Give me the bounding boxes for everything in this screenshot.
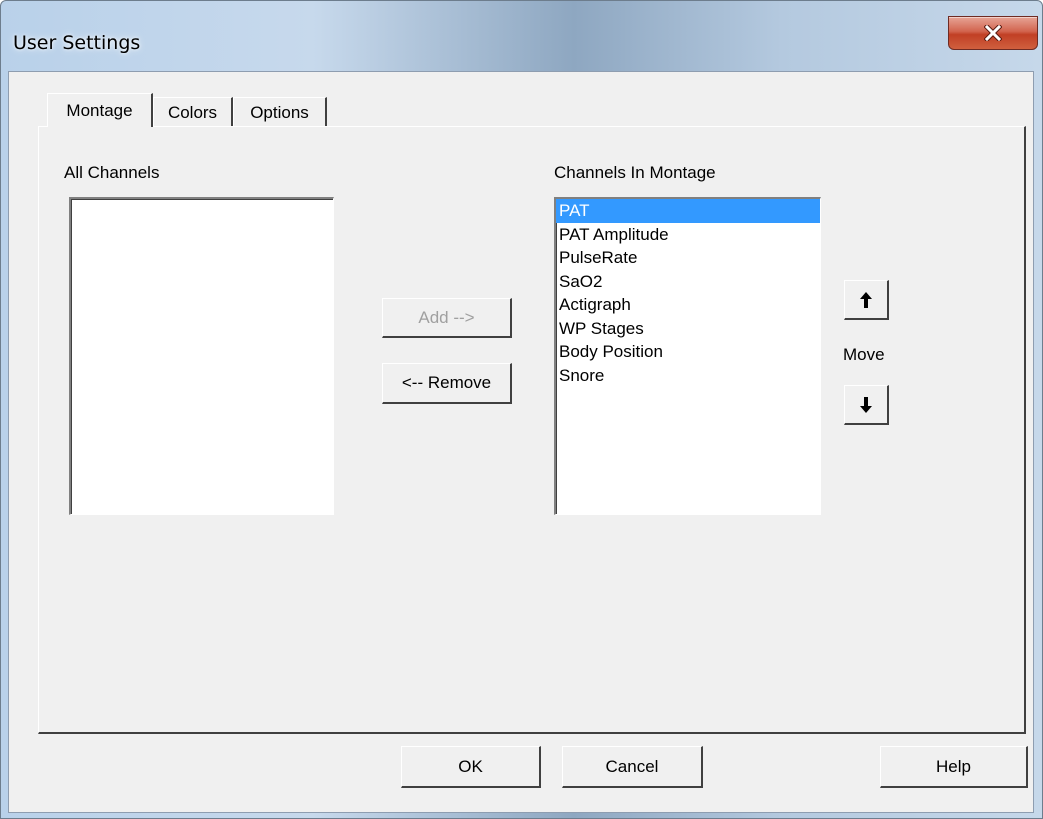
ok-button[interactable]: OK xyxy=(401,746,541,788)
move-label: Move xyxy=(843,345,885,364)
list-item[interactable]: PulseRate xyxy=(556,246,820,270)
channels-in-montage-list[interactable]: PAT PAT Amplitude PulseRate SaO2 Actigra… xyxy=(554,197,821,515)
arrow-down-icon xyxy=(860,396,872,413)
list-item[interactable]: PAT xyxy=(556,199,820,223)
list-item[interactable]: WP Stages xyxy=(556,317,820,341)
arrow-up-icon xyxy=(860,291,872,308)
move-up-button[interactable] xyxy=(844,280,889,320)
tab-options[interactable]: Options xyxy=(233,97,327,127)
dialog-client-area: Montage Colors Options All Channels Add … xyxy=(8,71,1034,813)
move-down-button[interactable] xyxy=(844,385,889,425)
montage-tab-panel: All Channels Add --> <-- Remove Channels… xyxy=(38,126,1026,734)
list-item[interactable]: Snore xyxy=(556,364,820,388)
tab-montage[interactable]: Montage xyxy=(47,93,153,127)
close-button[interactable] xyxy=(948,16,1038,50)
add-button[interactable]: Add --> xyxy=(382,298,512,338)
all-channels-list[interactable] xyxy=(69,197,334,515)
channels-in-montage-label: Channels In Montage xyxy=(554,163,716,182)
tab-colors[interactable]: Colors xyxy=(153,97,233,127)
title-bar[interactable]: User Settings xyxy=(1,1,1042,71)
list-item[interactable]: Body Position xyxy=(556,340,820,364)
list-item[interactable]: Actigraph xyxy=(556,293,820,317)
list-item[interactable]: SaO2 xyxy=(556,270,820,294)
window-title: User Settings xyxy=(13,32,141,54)
cancel-button[interactable]: Cancel xyxy=(562,746,703,788)
close-icon xyxy=(984,25,1002,41)
remove-button[interactable]: <-- Remove xyxy=(382,363,512,404)
help-button[interactable]: Help xyxy=(880,746,1028,788)
all-channels-label: All Channels xyxy=(64,163,160,182)
list-item[interactable]: PAT Amplitude xyxy=(556,223,820,247)
user-settings-dialog: User Settings Montage Colors Options All… xyxy=(0,0,1043,819)
